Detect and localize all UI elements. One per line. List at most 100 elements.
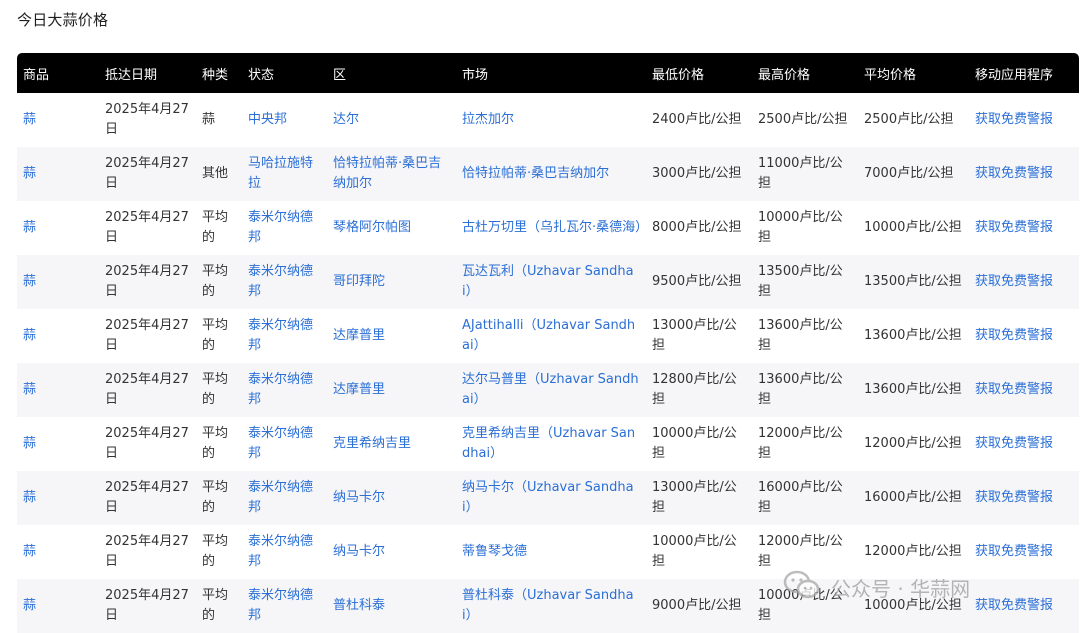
state-link[interactable]: 泰米尔纳德邦: [248, 264, 313, 299]
cell-variety: 蒜: [196, 93, 242, 147]
district-link[interactable]: 普杜科泰: [333, 598, 385, 613]
district-link[interactable]: 达摩普里: [333, 382, 385, 397]
state-link[interactable]: 马哈拉施特拉: [248, 156, 313, 191]
district-link[interactable]: 达摩普里: [333, 328, 385, 343]
market-link[interactable]: 蒂鲁琴戈德: [462, 544, 527, 559]
market-link[interactable]: 恰特拉帕蒂·桑巴吉纳加尔: [462, 166, 609, 181]
market-link[interactable]: 达尔马普里（Uzhavar Sandhai）: [462, 372, 639, 407]
free-alert-link[interactable]: 获取免费警报: [975, 166, 1053, 181]
district-link[interactable]: 克里希纳吉里: [333, 436, 411, 451]
variety: 平均的: [202, 534, 229, 569]
cell-avg: 7000卢比/公担: [858, 147, 969, 201]
commodity-link[interactable]: 蒜: [23, 544, 36, 559]
avg-price: 13600卢比/公担: [864, 328, 962, 343]
table-row: 蒜 2025年4月27日 平均的 泰米尔纳德邦 纳马卡尔 蒂鲁琴戈德 10000卢比/公担 1…: [17, 525, 1079, 579]
commodity-link[interactable]: 蒜: [23, 382, 36, 397]
cell-min: 10000卢比/公担: [646, 525, 752, 579]
market-link[interactable]: 拉杰加尔: [462, 112, 514, 127]
commodity-link[interactable]: 蒜: [23, 166, 36, 181]
cell-commodity: 蒜: [17, 147, 99, 201]
cell-district: 普杜科泰: [327, 579, 456, 633]
state-link[interactable]: 泰米尔纳德邦: [248, 480, 313, 515]
arrival-date: 2025年4月27日: [105, 588, 189, 623]
district-link[interactable]: 哥印拜陀: [333, 274, 385, 289]
free-alert-link[interactable]: 获取免费警报: [975, 112, 1053, 127]
variety: 平均的: [202, 372, 229, 407]
avg-price: 10000卢比/公担: [864, 598, 962, 613]
cell-state: 泰米尔纳德邦: [242, 309, 327, 363]
market-link[interactable]: AJattihalli（Uzhavar Sandhai）: [462, 318, 635, 353]
free-alert-link[interactable]: 获取免费警报: [975, 598, 1053, 613]
cell-market: 克里希纳吉里（Uzhavar Sandhai）: [456, 417, 646, 471]
district-link[interactable]: 琴格阿尔帕图: [333, 220, 411, 235]
district-link[interactable]: 达尔: [333, 112, 359, 127]
cell-district: 琴格阿尔帕图: [327, 201, 456, 255]
min-price: 10000卢比/公担: [652, 426, 737, 461]
district-link[interactable]: 纳马卡尔: [333, 544, 385, 559]
cell-commodity: 蒜: [17, 525, 99, 579]
commodity-link[interactable]: 蒜: [23, 436, 36, 451]
header-arrival-date: 抵达日期: [99, 53, 196, 93]
max-price: 11000卢比/公担: [758, 156, 843, 191]
cell-min: 8000卢比/公担: [646, 201, 752, 255]
cell-variety: 平均的: [196, 309, 242, 363]
cell-app: 获取免费警报: [969, 525, 1079, 579]
cell-market: 纳马卡尔（Uzhavar Sandhai）: [456, 471, 646, 525]
cell-market: 达尔马普里（Uzhavar Sandhai）: [456, 363, 646, 417]
min-price: 13000卢比/公担: [652, 318, 737, 353]
state-link[interactable]: 泰米尔纳德邦: [248, 318, 313, 353]
cell-district: 纳马卡尔: [327, 525, 456, 579]
free-alert-link[interactable]: 获取免费警报: [975, 436, 1053, 451]
cell-variety: 平均的: [196, 579, 242, 633]
district-link[interactable]: 纳马卡尔: [333, 490, 385, 505]
commodity-link[interactable]: 蒜: [23, 274, 36, 289]
market-link[interactable]: 古杜万切里（乌扎瓦尔·桑德海）: [462, 220, 648, 235]
commodity-link[interactable]: 蒜: [23, 490, 36, 505]
commodity-link[interactable]: 蒜: [23, 598, 36, 613]
cell-date: 2025年4月27日: [99, 363, 196, 417]
free-alert-link[interactable]: 获取免费警报: [975, 220, 1053, 235]
arrival-date: 2025年4月27日: [105, 102, 189, 137]
market-link[interactable]: 瓦达瓦利（Uzhavar Sandhai）: [462, 264, 634, 299]
free-alert-link[interactable]: 获取免费警报: [975, 382, 1053, 397]
arrival-date: 2025年4月27日: [105, 372, 189, 407]
market-link[interactable]: 纳马卡尔（Uzhavar Sandhai）: [462, 480, 634, 515]
state-link[interactable]: 泰米尔纳德邦: [248, 210, 313, 245]
free-alert-link[interactable]: 获取免费警报: [975, 328, 1053, 343]
cell-min: 9500卢比/公担: [646, 255, 752, 309]
commodity-link[interactable]: 蒜: [23, 112, 36, 127]
cell-district: 恰特拉帕蒂·桑巴吉纳加尔: [327, 147, 456, 201]
cell-district: 达摩普里: [327, 309, 456, 363]
page-title: 今日大蒜价格: [17, 11, 109, 29]
cell-commodity: 蒜: [17, 309, 99, 363]
commodity-link[interactable]: 蒜: [23, 220, 36, 235]
state-link[interactable]: 泰米尔纳德邦: [248, 426, 313, 461]
table-row: 蒜 2025年4月27日蒜中央邦 达尔 拉杰加尔 2400卢比/公担 2500卢比/公担 2…: [17, 93, 1079, 147]
header-state: 状态: [242, 53, 327, 93]
commodity-link[interactable]: 蒜: [23, 328, 36, 343]
max-price: 10000卢比/公担: [758, 210, 843, 245]
arrival-date: 2025年4月27日: [105, 426, 189, 461]
cell-state: 马哈拉施特拉: [242, 147, 327, 201]
cell-min: 9000卢比/公担: [646, 579, 752, 633]
table-row: 蒜 2025年4月27日 平均的 泰米尔纳德邦 达摩普里 达尔马普里（Uzhavar Sa…: [17, 363, 1079, 417]
market-link[interactable]: 普杜科泰（Uzhavar Sandhai）: [462, 588, 634, 623]
max-price: 2500卢比/公担: [758, 112, 848, 127]
price-table: 商品 抵达日期 种类 状态 区 市场 最低价格 最高价格 平均价格 移动应用程序…: [17, 53, 1079, 633]
free-alert-link[interactable]: 获取免费警报: [975, 490, 1053, 505]
free-alert-link[interactable]: 获取免费警报: [975, 274, 1053, 289]
cell-avg: 13600卢比/公担: [858, 309, 969, 363]
district-link[interactable]: 恰特拉帕蒂·桑巴吉纳加尔: [333, 156, 441, 191]
free-alert-link[interactable]: 获取免费警报: [975, 544, 1053, 559]
state-link[interactable]: 泰米尔纳德邦: [248, 372, 313, 407]
state-link[interactable]: 泰米尔纳德邦: [248, 588, 313, 623]
variety: 平均的: [202, 480, 229, 515]
state-link[interactable]: 泰米尔纳德邦: [248, 534, 313, 569]
state-link[interactable]: 中央邦: [248, 112, 287, 127]
cell-state: 中央邦: [242, 93, 327, 147]
variety: 平均的: [202, 318, 229, 353]
cell-district: 达尔: [327, 93, 456, 147]
cell-avg: 10000卢比/公担: [858, 201, 969, 255]
market-link[interactable]: 克里希纳吉里（Uzhavar Sandhai）: [462, 426, 635, 461]
cell-avg: 16000卢比/公担: [858, 471, 969, 525]
